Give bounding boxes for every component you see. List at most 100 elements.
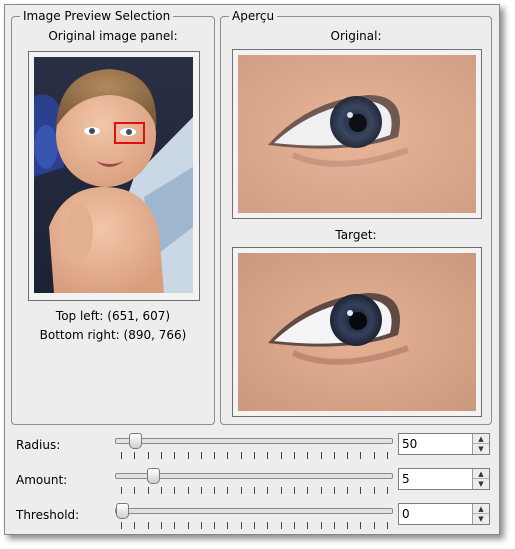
slider-tick <box>187 487 189 494</box>
slider-tick <box>214 522 216 529</box>
amount-slider-thumb[interactable] <box>146 468 160 484</box>
baby-photo-image <box>34 57 193 293</box>
group-title-preview-selection: Image Preview Selection <box>20 9 174 23</box>
slider-tick <box>307 522 309 529</box>
amount-input[interactable] <box>399 469 474 489</box>
group-title-apercu: Aperçu <box>229 9 278 23</box>
original-preview-frame <box>232 49 482 219</box>
slider-tick <box>373 452 375 459</box>
threshold-slider-track[interactable] <box>115 508 393 514</box>
slider-tick <box>200 452 202 459</box>
slider-tick <box>134 487 136 494</box>
top-left-coordinates: Top left: (651, 607) <box>55 309 171 323</box>
slider-tick <box>227 452 229 459</box>
slider-tick <box>174 452 176 459</box>
radius-spinbox[interactable]: ▲ ▼ <box>398 433 490 455</box>
slider-tick <box>174 487 176 494</box>
slider-tick <box>267 452 269 459</box>
slider-tick <box>254 452 255 459</box>
slider-tick <box>360 452 362 459</box>
selection-rectangle[interactable] <box>114 122 145 144</box>
slider-tick <box>187 452 189 459</box>
slider-tick <box>347 452 349 459</box>
slider-tick <box>121 522 122 529</box>
eye-closeup-target <box>238 253 476 411</box>
slider-tick <box>160 522 162 529</box>
slider-tick <box>174 522 176 529</box>
threshold-spin-buttons: ▲ ▼ <box>472 504 489 524</box>
original-image-panel[interactable] <box>28 51 200 301</box>
amount-slider[interactable] <box>115 468 393 497</box>
slider-tick <box>307 487 309 494</box>
baby-photo <box>34 57 193 293</box>
slider-tick <box>254 522 255 529</box>
apercu-group: Aperçu Original: Target: <box>220 9 492 425</box>
slider-tick <box>240 522 242 529</box>
arrow-down-icon[interactable]: ▼ <box>473 444 489 454</box>
slider-tick <box>227 487 229 494</box>
slider-tick <box>360 522 362 529</box>
radius-spin-buttons: ▲ ▼ <box>472 434 489 454</box>
slider-tick <box>147 487 149 494</box>
slider-tick <box>147 452 149 459</box>
slider-tick <box>320 452 322 459</box>
slider-tick <box>347 487 349 494</box>
original-image-panel-label: Original image panel: <box>48 29 178 43</box>
slider-tick <box>373 487 375 494</box>
threshold-slider-thumb[interactable] <box>116 503 129 519</box>
slider-tick <box>134 522 136 529</box>
radius-slider[interactable] <box>115 433 393 462</box>
threshold-slider-ticks <box>115 522 393 530</box>
dialog-window: Image Preview Selection Original image p… <box>4 4 500 535</box>
amount-spin-buttons: ▲ ▼ <box>472 469 489 489</box>
arrow-down-icon[interactable]: ▼ <box>473 514 489 524</box>
slider-tick <box>160 452 162 459</box>
slider-tick <box>267 522 269 529</box>
radius-slider-ticks <box>115 452 393 460</box>
slider-tick <box>320 487 322 494</box>
slider-tick <box>293 522 295 529</box>
threshold-slider[interactable] <box>115 503 393 532</box>
slider-tick <box>187 522 189 529</box>
slider-tick <box>200 522 202 529</box>
slider-tick <box>200 487 202 494</box>
slider-tick <box>333 487 335 494</box>
slider-tick <box>320 522 322 529</box>
original-label: Original: <box>330 29 382 43</box>
bottom-right-coordinates: Bottom right: (890, 766) <box>39 328 187 342</box>
radius-slider-thumb[interactable] <box>129 433 143 449</box>
slider-tick <box>360 487 362 494</box>
amount-slider-ticks <box>115 487 393 495</box>
amount-label: Amount: <box>16 473 68 487</box>
slider-tick <box>160 487 162 494</box>
target-preview-frame <box>232 247 482 417</box>
slider-tick <box>293 487 295 494</box>
threshold-input[interactable] <box>399 504 474 524</box>
slider-tick <box>227 522 229 529</box>
arrow-up-icon[interactable]: ▲ <box>473 469 489 479</box>
slider-tick <box>333 452 335 459</box>
arrow-up-icon[interactable]: ▲ <box>473 504 489 514</box>
slider-tick <box>333 522 335 529</box>
slider-tick <box>214 452 216 459</box>
threshold-label: Threshold: <box>16 508 80 522</box>
threshold-spinbox[interactable]: ▲ ▼ <box>398 503 490 525</box>
slider-tick <box>387 452 388 459</box>
arrow-down-icon[interactable]: ▼ <box>473 479 489 489</box>
slider-tick <box>280 522 282 529</box>
radius-slider-track[interactable] <box>115 438 393 444</box>
original-eye-preview <box>238 55 476 213</box>
radius-input[interactable] <box>399 434 474 454</box>
target-label: Target: <box>335 228 377 242</box>
slider-tick <box>387 487 388 494</box>
slider-tick <box>134 452 136 459</box>
image-preview-selection-group: Image Preview Selection Original image p… <box>11 9 215 425</box>
slider-tick <box>121 452 122 459</box>
amount-spinbox[interactable]: ▲ ▼ <box>398 468 490 490</box>
slider-tick <box>254 487 255 494</box>
arrow-up-icon[interactable]: ▲ <box>473 434 489 444</box>
slider-tick <box>307 452 309 459</box>
slider-tick <box>373 522 375 529</box>
slider-tick <box>267 487 269 494</box>
eye-closeup-original <box>238 55 476 213</box>
